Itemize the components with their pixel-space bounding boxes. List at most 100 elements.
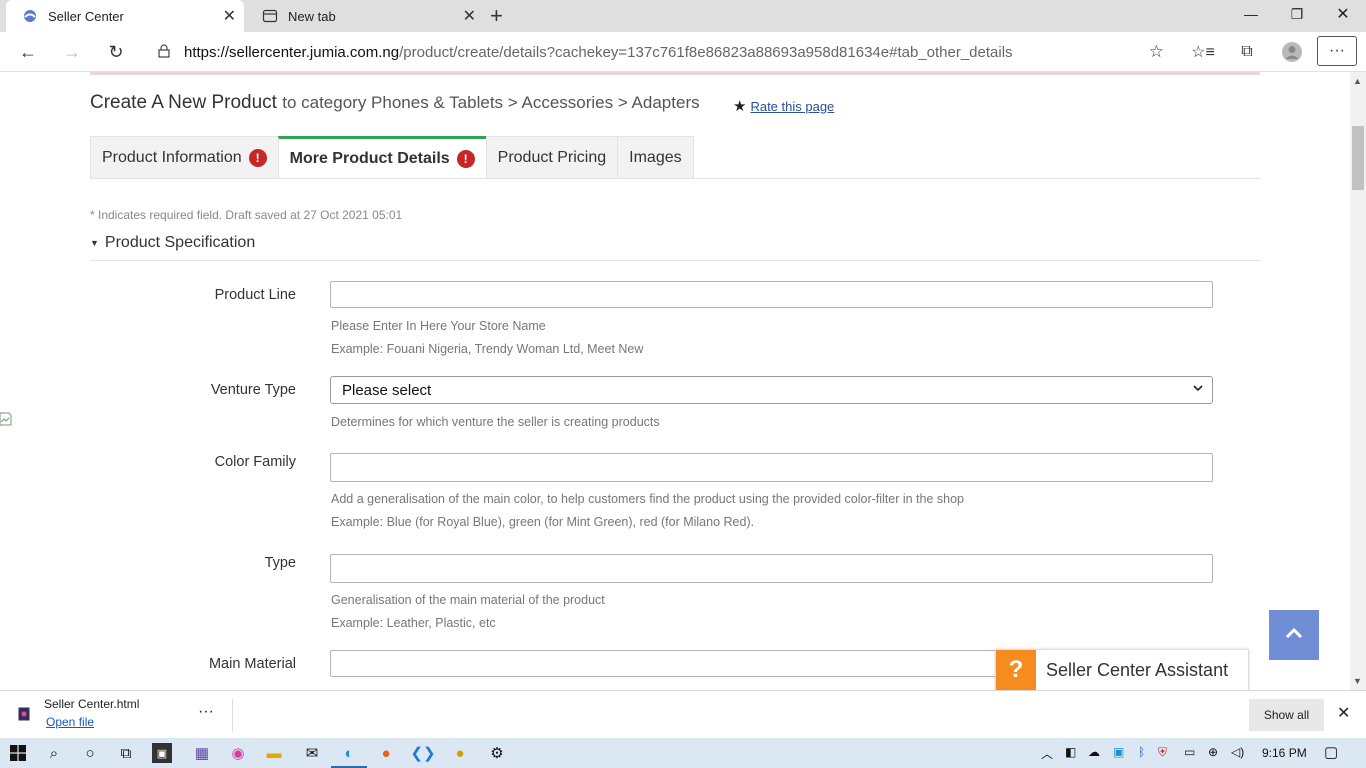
settings-more-icon[interactable]: ··· xyxy=(1317,36,1357,66)
page-title: Create A New Product to category Phones … xyxy=(90,92,700,114)
tab-images[interactable]: Images xyxy=(617,136,694,179)
new-tab-page-icon xyxy=(262,8,278,24)
volume-icon[interactable]: ◁) xyxy=(1231,745,1244,759)
chevron-down-icon xyxy=(1192,382,1204,397)
browser-tab-new-tab[interactable]: New tab ✕ xyxy=(246,0,486,32)
favorite-star-icon[interactable]: ☆ xyxy=(1149,42,1164,62)
required-field-note: * Indicates required field. Draft saved … xyxy=(90,208,403,222)
favorites-list-icon[interactable]: ☆≡ xyxy=(1189,38,1217,66)
browser-tab-seller-center[interactable]: Seller Center ✕ xyxy=(6,0,244,32)
firefox-icon[interactable]: ● xyxy=(374,741,398,765)
forward-arrow-icon[interactable]: → xyxy=(58,38,86,66)
media-app-icon[interactable]: ▦ xyxy=(190,741,214,765)
star-icon: ★ xyxy=(733,98,747,115)
section-divider xyxy=(90,260,1260,261)
tab-product-information[interactable]: Product Information ! xyxy=(90,136,279,179)
product-line-hint: Please Enter In Here Your Store Name xyxy=(331,319,546,333)
back-arrow-icon[interactable]: ← xyxy=(14,38,42,66)
venture-type-hint: Determines for which venture the seller … xyxy=(331,415,660,429)
color-family-hint: Add a generalisation of the main color, … xyxy=(331,492,965,506)
windows-taskbar: ⌕ ○ ⧉ ▣ ▦ ◉ ▬ ✉ ◐ ● ❮❯ ● ⚙ ︿ ◧ ☁ ▣ ᛒ ⛨ ▭… xyxy=(0,738,1366,768)
close-tab-icon[interactable]: ✕ xyxy=(463,6,476,26)
app-icon[interactable]: ▣ xyxy=(152,743,172,763)
scroll-up-arrow-icon[interactable]: ▲ xyxy=(1353,76,1362,86)
scrollbar-thumb[interactable] xyxy=(1352,126,1364,190)
download-bar: Seller Center.html Open file ··· Show al… xyxy=(0,690,1366,738)
download-file-name: Seller Center.html xyxy=(44,697,140,711)
windows-start-icon[interactable] xyxy=(6,741,30,765)
rate-this-page[interactable]: ★ Rate this page xyxy=(733,97,834,115)
scroll-down-arrow-icon[interactable]: ▼ xyxy=(1353,676,1362,686)
vscode-icon[interactable]: ❮❯ xyxy=(410,741,435,765)
product-line-input[interactable] xyxy=(330,281,1213,308)
rate-this-page-link[interactable]: Rate this page xyxy=(750,99,834,114)
show-hidden-icons-chevron-icon[interactable]: ︿ xyxy=(1041,745,1053,762)
close-tab-icon[interactable]: ✕ xyxy=(223,6,236,26)
battery-icon[interactable]: ▭ xyxy=(1184,745,1195,759)
warning-icon: ! xyxy=(456,150,475,168)
page-category-path: to category Phones & Tablets > Accessori… xyxy=(282,93,700,112)
tab-product-pricing[interactable]: Product Pricing xyxy=(485,136,619,179)
file-explorer-icon[interactable]: ▬ xyxy=(262,741,286,765)
edge-browser-icon[interactable]: ◐ xyxy=(331,741,367,768)
tab-label: Product Pricing xyxy=(497,149,607,166)
browser-tab-strip: Seller Center ✕ New tab ✕ + — ❐ ✕ xyxy=(0,0,1366,32)
new-tab-plus-icon[interactable]: + xyxy=(490,5,503,27)
broken-image-icon xyxy=(0,412,12,426)
tab-more-product-details[interactable]: More Product Details ! xyxy=(277,136,487,179)
cloud-icon[interactable]: ☁ xyxy=(1088,745,1100,759)
photo-app-icon[interactable]: ◉ xyxy=(226,741,250,765)
close-window-icon[interactable]: ✕ xyxy=(1320,2,1366,26)
settings-gear-icon[interactable]: ⚙ xyxy=(485,741,509,765)
app-yellow-icon[interactable]: ● xyxy=(448,741,472,765)
show-all-downloads-button[interactable]: Show all xyxy=(1249,699,1324,731)
seller-center-assistant-button[interactable]: ? Seller Center Assistant xyxy=(995,649,1249,690)
top-accent-line xyxy=(90,72,1260,75)
type-input[interactable] xyxy=(330,554,1213,583)
page-content: Create A New Product to category Phones … xyxy=(0,72,1350,690)
main-material-label: Main Material xyxy=(208,656,296,672)
mail-icon[interactable]: ✉ xyxy=(300,741,324,765)
task-view-icon[interactable]: ⧉ xyxy=(114,741,138,765)
caret-down-icon: ▼ xyxy=(90,238,99,248)
open-file-link[interactable]: Open file xyxy=(46,715,94,729)
assistant-label: Seller Center Assistant xyxy=(1046,659,1229,680)
venture-type-select[interactable]: Please select xyxy=(330,376,1213,404)
address-bar[interactable]: https://sellercenter.jumia.com.ng/produc… xyxy=(144,36,1174,68)
minimize-window-icon[interactable]: — xyxy=(1228,2,1274,26)
collections-icon[interactable]: ⧉ xyxy=(1233,38,1261,66)
page-scrollbar[interactable]: ▲ ▼ xyxy=(1350,72,1366,690)
color-family-input[interactable] xyxy=(330,453,1213,482)
network-globe-icon[interactable]: ⊕ xyxy=(1208,745,1218,759)
page-title-text: Create A New Product xyxy=(90,92,277,113)
close-download-bar-icon[interactable]: ✕ xyxy=(1337,703,1350,723)
tab-label: Product Information xyxy=(102,149,242,166)
download-divider xyxy=(232,699,233,731)
url-host: https://sellercenter.jumia.com.ng xyxy=(184,43,400,61)
cortana-icon[interactable]: ○ xyxy=(78,741,102,765)
download-options-icon[interactable]: ··· xyxy=(198,703,214,721)
bluetooth-icon[interactable]: ᛒ xyxy=(1138,745,1145,759)
tray-app-blue-icon[interactable]: ▣ xyxy=(1113,745,1124,759)
refresh-icon[interactable]: ↻ xyxy=(102,38,130,66)
browser-tab-title: New tab xyxy=(288,8,336,24)
scroll-to-top-button[interactable] xyxy=(1269,610,1319,660)
profile-avatar-icon[interactable] xyxy=(1278,38,1306,66)
html-file-icon xyxy=(18,707,30,726)
type-label: Type xyxy=(264,555,296,571)
color-family-example: Example: Blue (for Royal Blue), green (f… xyxy=(331,515,755,529)
product-line-example: Example: Fouani Nigeria, Trendy Woman Lt… xyxy=(331,342,644,356)
section-toggle-product-specification[interactable]: ▼ Product Specification xyxy=(90,234,255,252)
browser-tab-title: Seller Center xyxy=(48,8,124,24)
tray-app-icon[interactable]: ◧ xyxy=(1065,745,1076,759)
restore-window-icon[interactable]: ❐ xyxy=(1274,2,1320,26)
color-family-label: Color Family xyxy=(214,454,296,470)
venture-type-selected: Please select xyxy=(342,381,432,399)
search-icon[interactable]: ⌕ xyxy=(42,741,66,765)
warning-icon: ! xyxy=(248,149,267,167)
jumia-favicon-icon xyxy=(22,8,38,24)
taskbar-clock[interactable]: 9:16 PM xyxy=(1262,746,1307,760)
notifications-icon[interactable]: ▢ xyxy=(1324,743,1338,761)
security-shield-icon[interactable]: ⛨ xyxy=(1158,745,1167,760)
product-line-label: Product Line xyxy=(214,287,296,303)
